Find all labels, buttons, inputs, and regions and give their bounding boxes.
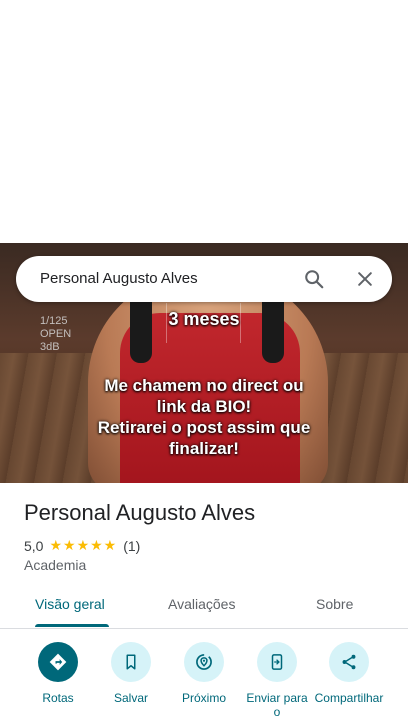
caption-line: link da BIO!: [156, 397, 252, 416]
caption-line: Retirarei o post assim que: [97, 418, 311, 437]
rating-row[interactable]: 5,0 ★★★★★ (1): [24, 537, 140, 554]
review-count[interactable]: (1): [123, 538, 140, 554]
caption-line: Me chamem no direct ou: [104, 376, 304, 395]
send-to-phone-button[interactable]: Enviar para o: [242, 640, 312, 719]
search-bar[interactable]: Personal Augusto Alves: [16, 256, 392, 302]
tab-overview[interactable]: Visão geral: [35, 596, 105, 612]
directions-label: Rotas: [42, 691, 74, 705]
tab-reviews[interactable]: Avaliações: [168, 596, 235, 612]
share-button[interactable]: Compartilhar: [314, 640, 384, 705]
save-label: Salvar: [113, 691, 148, 705]
nearby-button[interactable]: Próximo: [169, 640, 239, 705]
photo-overlay-text: 3 meses: [168, 309, 240, 329]
nearby-label: Próximo: [181, 691, 226, 705]
map-area-blank: [0, 0, 408, 243]
tab-bar: Visão geral Avaliações Sobre: [0, 583, 408, 629]
place-title: Personal Augusto Alves: [24, 500, 256, 525]
directions-icon: [38, 642, 78, 682]
share-icon: [329, 642, 369, 682]
rating-value: 5,0: [24, 537, 44, 554]
search-query[interactable]: Personal Augusto Alves: [40, 270, 198, 287]
place-category[interactable]: Academia: [24, 557, 86, 573]
close-icon[interactable]: [351, 265, 379, 293]
bookmark-icon: [111, 642, 151, 682]
camera-text-line: 3dB: [40, 341, 60, 353]
tab-active-indicator: [35, 624, 109, 627]
search-icon[interactable]: [300, 265, 328, 293]
nearby-icon: [184, 642, 224, 682]
send-to-phone-icon: [257, 642, 297, 682]
save-button[interactable]: Salvar: [96, 640, 166, 705]
action-bar: Rotas Salvar Próximo Enviar para o Compa…: [0, 640, 408, 726]
share-label: Compartilhar: [314, 691, 384, 705]
photo-caption: Me chamem no direct ou link da BIO! Reti…: [0, 375, 408, 459]
caption-line: finalizar!: [169, 439, 239, 458]
directions-button[interactable]: Rotas: [23, 640, 93, 705]
send-to-phone-label: Enviar para o: [246, 691, 308, 719]
star-rating-icon: ★★★★★: [49, 537, 118, 553]
tab-about[interactable]: Sobre: [316, 596, 353, 612]
